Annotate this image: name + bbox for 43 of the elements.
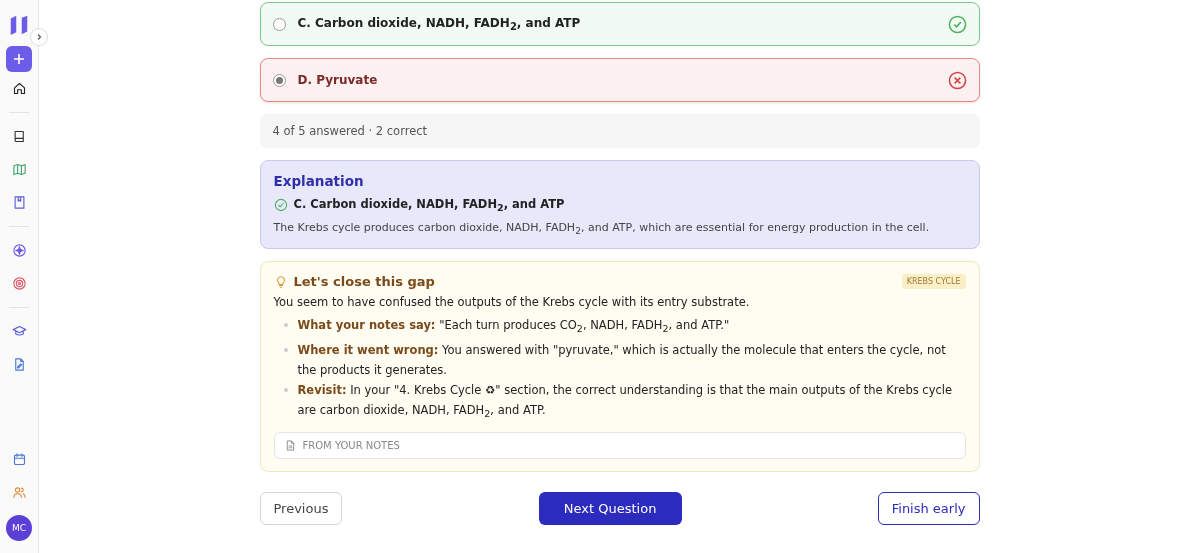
topic-tag: KREBS CYCLE (901, 274, 966, 290)
option-text: D. Pyruvate (297, 73, 379, 87)
notes-reference[interactable]: FROM YOUR NOTES (273, 432, 966, 460)
graduation-cap-icon[interactable] (11, 324, 27, 339)
bullet-dot (283, 323, 288, 328)
plus-icon (13, 53, 25, 65)
answer-option[interactable]: D. Pyruvate (259, 58, 980, 102)
feedback-point: What your notes say: "Each turn produces CO$_{2}$, NADH, FADH$_{2}$, and ATP." (297, 317, 730, 337)
bookmark-book-icon[interactable] (11, 195, 27, 210)
expand-button[interactable] (30, 28, 48, 46)
correct-answer: C. Carbon dioxide, NADH, FADH$_{2}$, and ATP (293, 197, 565, 214)
explanation-text: The Krebs cycle produces carbon dioxide, NADH, FADH$_{2}$, and ATP, which are essential for energy production in the cell. (273, 221, 931, 237)
user-avatar[interactable]: MC (6, 515, 32, 541)
notes-label: FROM YOUR NOTES (302, 440, 400, 452)
x-circle-icon (947, 70, 967, 90)
bullet-dot (283, 347, 288, 352)
target-icon[interactable] (11, 276, 27, 291)
document-icon (284, 440, 296, 452)
users-icon[interactable] (11, 485, 27, 500)
bullet-dot (283, 387, 288, 392)
radio-button[interactable] (272, 73, 286, 87)
check-circle-icon (947, 14, 967, 34)
finish-early-button[interactable]: Finish early (877, 492, 980, 526)
home-icon[interactable] (11, 81, 27, 96)
feedback-point: Where it went wrong: You answered with "pyruvate," which is actually the molecule that enters the cycle, not the products it generates. (297, 341, 947, 379)
answer-option[interactable]: C. Carbon dioxide, NADH, FADH$_{2}$, and ATP (259, 2, 980, 46)
next-question-button[interactable]: Next Question (538, 492, 682, 526)
calendar-icon[interactable] (11, 452, 27, 467)
previous-button[interactable]: Previous (259, 492, 343, 526)
feedback-point: Revisit: In your "4. Krebs Cycle ♻" section, the correct understanding is that the main outputs of the Krebs cycle are carbon dioxide, NADH, FADH$_{2}$, and ATP. (297, 381, 954, 422)
feedback-title: Let's close this gap (293, 274, 436, 290)
feedback-intro: You seem to have confused the outputs of the Krebs cycle with its entry substrate. (273, 295, 751, 310)
sparkle-icon[interactable] (11, 243, 27, 258)
option-text: C. Carbon dioxide, NADH, FADH$_{2}$, and ATP (297, 15, 582, 33)
logo-icon[interactable] (8, 14, 30, 36)
book-icon[interactable] (11, 129, 27, 144)
map-icon[interactable] (11, 162, 27, 177)
add-button[interactable] (6, 46, 32, 72)
progress-summary: 4 of 5 answered · 2 correct (259, 114, 980, 148)
radio-button[interactable] (272, 17, 286, 31)
chevron-right-icon (35, 33, 43, 41)
check-circle-icon (273, 198, 288, 213)
explanation-title: Explanation (273, 173, 365, 189)
